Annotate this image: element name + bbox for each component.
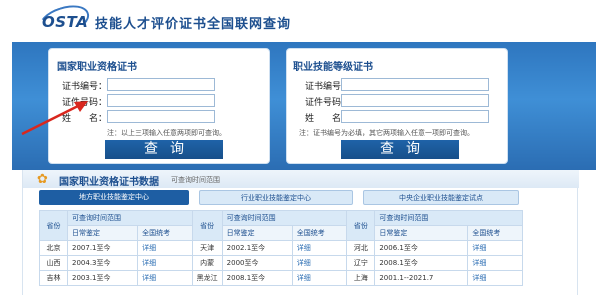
certificate-number-row: 证书编号： bbox=[49, 78, 269, 92]
province-cell: 天津 bbox=[191, 240, 223, 256]
range-header: 可查询时间范围 bbox=[374, 210, 523, 226]
range-cell: 2000至今 bbox=[221, 255, 293, 271]
detail-link[interactable]: 详细 bbox=[137, 270, 193, 286]
certificate-data-section: ✿ 国家职业资格证书数据 可查询时间范围 地方职业技能鉴定中心 行业职业技能鉴定… bbox=[22, 170, 579, 295]
name-input[interactable] bbox=[107, 110, 215, 123]
detail-link[interactable]: 详细 bbox=[291, 255, 348, 271]
range-cell: 2008.1至今 bbox=[374, 255, 469, 271]
osta-logo: OSTA bbox=[34, 0, 94, 43]
province-header: 省份 bbox=[39, 210, 68, 241]
site-title: 技能人才评价证书全国联网查询 bbox=[95, 17, 292, 32]
table-header-row: 省份 可查询时间范围 省份 可查询时间范围 省份 可查询时间范围 bbox=[39, 210, 523, 241]
range-cell: 2008.1至今 bbox=[221, 270, 293, 286]
id-number-input[interactable] bbox=[341, 94, 489, 107]
certificate-number-label: 证书编号： bbox=[61, 82, 107, 92]
daily-assessment-header: 日常鉴定 bbox=[374, 225, 469, 241]
search-button[interactable]: 查询 bbox=[341, 140, 459, 159]
range-header: 可查询时间范围 bbox=[221, 210, 348, 226]
id-number-label: 证件号码 bbox=[304, 98, 341, 108]
section-header: ✿ 国家职业资格证书数据 可查询时间范围 bbox=[23, 170, 579, 188]
range-cell: 2002.1至今 bbox=[221, 240, 293, 256]
range-cell: 2007.1至今 bbox=[66, 240, 139, 256]
table-row: 北京 2007.1至今 详细 天津 2002.1至今 详细 河北 2006.1至… bbox=[39, 240, 523, 256]
province-cell: 吉林 bbox=[39, 270, 68, 286]
certificate-number-input[interactable] bbox=[341, 78, 489, 91]
province-cell: 河北 bbox=[346, 240, 376, 256]
province-header: 省份 bbox=[191, 210, 223, 241]
query-note: 注：以上三项输入任意两项即可查询。 bbox=[107, 129, 226, 137]
tab-industry-centers[interactable]: 行业职业技能鉴定中心 bbox=[199, 190, 353, 205]
province-cell: 黑龙江 bbox=[191, 270, 223, 286]
section-title: 国家职业资格证书数据 bbox=[59, 177, 159, 188]
certificate-number-input[interactable] bbox=[107, 78, 215, 91]
section-subtitle: 可查询时间范围 bbox=[171, 176, 220, 184]
query-note: 注：证书编号为必填，其它两项输入任意一项即可查询。 bbox=[299, 129, 474, 137]
site-header: OSTA 技能人才评价证书全国联网查询 bbox=[0, 0, 600, 43]
id-number-row: 证件号码 bbox=[287, 94, 507, 108]
detail-link[interactable]: 详细 bbox=[467, 270, 523, 286]
detail-link[interactable]: 详细 bbox=[137, 240, 193, 256]
tab-local-centers[interactable]: 地方职业技能鉴定中心 bbox=[39, 190, 189, 205]
province-cell: 北京 bbox=[39, 240, 68, 256]
red-arrow-icon bbox=[21, 101, 88, 136]
query-range-table: 省份 可查询时间范围 省份 可查询时间范围 省份 可查询时间范围 日常鉴定 全国… bbox=[39, 210, 523, 286]
national-exam-header: 全国统考 bbox=[467, 225, 523, 241]
panel-title: 国家职业资格证书 bbox=[57, 62, 137, 73]
province-header: 省份 bbox=[346, 210, 376, 241]
province-cell: 上海 bbox=[346, 270, 376, 286]
range-cell: 2004.3至今 bbox=[66, 255, 139, 271]
name-input[interactable] bbox=[341, 110, 489, 123]
detail-link[interactable]: 详细 bbox=[467, 240, 523, 256]
table-row: 山西 2004.3至今 详细 内蒙 2000至今 详细 辽宁 2008.1至今 … bbox=[39, 255, 523, 271]
province-cell: 山西 bbox=[39, 255, 68, 271]
range-cell: 2006.1至今 bbox=[374, 240, 469, 256]
national-exam-header: 全国统考 bbox=[137, 225, 193, 241]
daily-assessment-header: 日常鉴定 bbox=[221, 225, 293, 241]
name-label: 姓 名 bbox=[304, 114, 341, 124]
search-button[interactable]: 查询 bbox=[105, 140, 223, 159]
detail-link[interactable]: 详细 bbox=[291, 270, 348, 286]
province-cell: 内蒙 bbox=[191, 255, 223, 271]
range-cell: 2003.1至今 bbox=[66, 270, 139, 286]
tab-central-enterprise-pilots[interactable]: 中央企业职业技能鉴定试点 bbox=[363, 190, 519, 205]
table-row: 吉林 2003.1至今 详细 黑龙江 2008.1至今 详细 上海 2001.1… bbox=[39, 270, 523, 286]
range-header: 可查询时间范围 bbox=[67, 210, 193, 226]
daily-assessment-header: 日常鉴定 bbox=[66, 225, 139, 241]
range-cell: 2001.1--2021.7 bbox=[374, 270, 469, 286]
province-cell: 辽宁 bbox=[346, 255, 376, 271]
logo-text: OSTA bbox=[42, 13, 89, 31]
panel-title: 职业技能等级证书 bbox=[293, 62, 373, 73]
detail-link[interactable]: 详细 bbox=[467, 255, 523, 271]
table-subheader-row: 日常鉴定 全国统考 日常鉴定 全国统考 日常鉴定 全国统考 bbox=[40, 225, 523, 241]
name-row: 姓 名 bbox=[287, 110, 507, 124]
chinese-knot-icon: ✿ bbox=[37, 172, 48, 187]
id-number-input[interactable] bbox=[107, 94, 215, 107]
detail-link[interactable]: 详细 bbox=[291, 240, 348, 256]
certificate-number-row: 证书编号 bbox=[287, 78, 507, 92]
skill-level-certificate-panel: 职业技能等级证书 证书编号 证件号码 姓 名 注：证书编号为必填，其它两项输入任… bbox=[286, 48, 508, 164]
national-exam-header: 全国统考 bbox=[291, 225, 348, 241]
certificate-number-label: 证书编号 bbox=[304, 82, 341, 92]
detail-link[interactable]: 详细 bbox=[137, 255, 193, 271]
